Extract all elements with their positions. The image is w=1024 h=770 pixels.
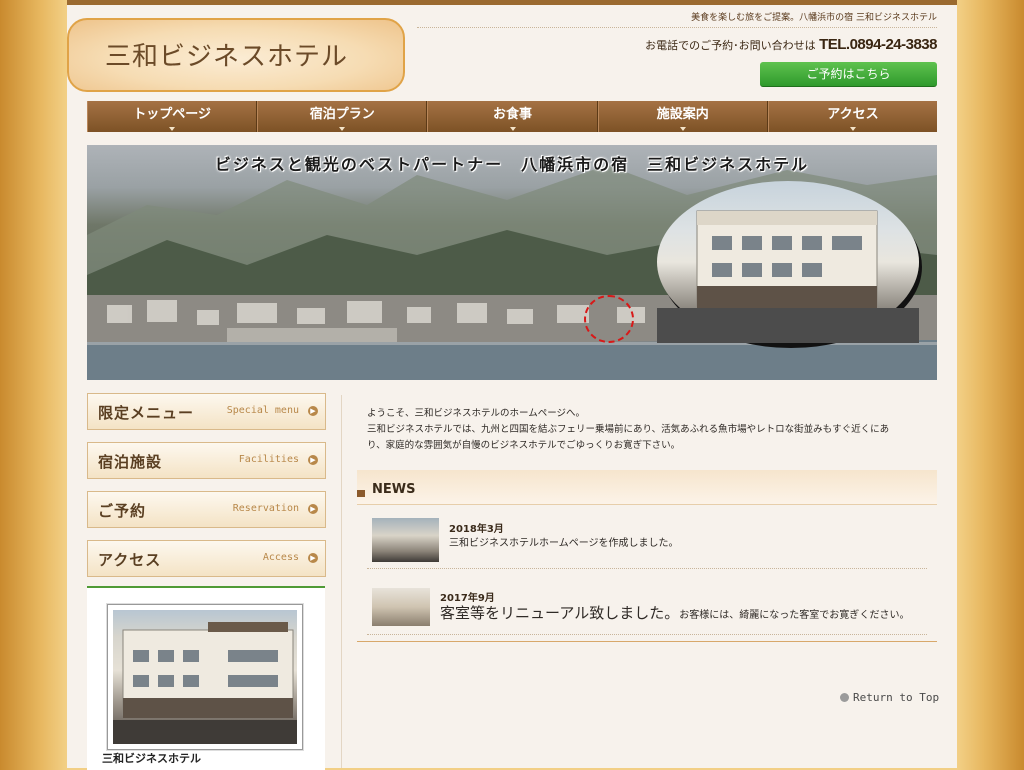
nav-label: アクセス (827, 107, 879, 122)
sidebar-item-access[interactable]: アクセス Access ▶ (87, 540, 326, 577)
hotel-photo-caption: 三和ビジネスホテル (102, 752, 201, 765)
news-headline: 客室等をリニューアル致しました。 (440, 604, 680, 622)
hotel-building-illustration (657, 210, 919, 343)
hotel-photo-image (113, 610, 297, 744)
nav-label: 宿泊プラン (309, 107, 375, 122)
nav-label: お食事 (493, 107, 533, 122)
welcome-line: り、家庭的な雰囲気が自慢のビジネスホテルでごゆっくりお寛ぎ下さい。 (367, 440, 681, 451)
top-bar (67, 0, 957, 5)
logo-text: 三和ビジネスホテル (105, 42, 349, 72)
hotel-photo[interactable] (107, 604, 303, 750)
return-to-top-label: Return to Top (853, 691, 940, 704)
hotel-location-marker (584, 295, 634, 343)
triangle-down-icon (169, 127, 176, 131)
news-thumbnail[interactable] (372, 518, 439, 562)
triangle-down-icon (339, 127, 346, 131)
sidebar: 限定メニュー Special menu ▶ 宿泊施設 Facilities ▶ … (87, 393, 327, 589)
main-nav: トップページ 宿泊プラン お食事 施設案内 アクセス (87, 101, 938, 132)
triangle-down-icon (509, 127, 516, 131)
sidebar-item-facilities[interactable]: 宿泊施設 Facilities ▶ (87, 442, 326, 479)
nav-label: 施設案内 (656, 107, 709, 122)
news-text: 三和ビジネスホテルホームページを作成しました。 (449, 538, 679, 549)
arrow-right-icon: ▶ (308, 455, 318, 465)
news-text-line: 客室等をリニューアル致しました。お客様には、綺麗になった客室でお寛ぎください。 (440, 602, 909, 623)
news-header: NEWS (357, 470, 937, 505)
column-divider (341, 395, 342, 768)
arrow-right-icon: ▶ (308, 504, 318, 514)
sidebar-item-sublabel: Reservation (232, 503, 299, 514)
welcome-line: 三和ビジネスホテルでは、九州と四国を結ぶフェリー乗場前にあり、活気あふれる魚市場… (367, 424, 890, 435)
hotel-building-photo (657, 181, 919, 343)
arrow-right-icon: ▶ (308, 406, 318, 416)
tagline-divider (417, 27, 937, 28)
news-text: お客様には、綺麗になった客室でお寛ぎください。 (679, 610, 910, 621)
triangle-down-icon (849, 127, 856, 131)
arrow-right-icon: ▶ (308, 553, 318, 563)
tagline: 美食を楽しむ旅をご提案。八幡浜市の宿 三和ビジネスホテル (691, 13, 937, 23)
nav-item-facilities[interactable]: 施設案内 (597, 101, 768, 132)
nav-item-top[interactable]: トップページ (87, 101, 258, 132)
sidebar-item-sublabel: Special menu (226, 405, 299, 416)
nav-item-access[interactable]: アクセス (767, 101, 938, 132)
hotel-photo-panel: 三和ビジネスホテル (87, 586, 325, 770)
hotel-building-illustration (113, 622, 297, 744)
sidebar-item-label: ご予約 (98, 502, 147, 520)
square-bullet-icon (357, 490, 365, 497)
nav-item-plan[interactable]: 宿泊プラン (257, 101, 428, 132)
news-bottom-rule (357, 641, 937, 642)
news-title: NEWS (372, 482, 416, 497)
welcome-text: ようこそ、三和ビジネスホテルのホームページへ。 三和ビジネスホテルでは、九州と四… (367, 406, 927, 454)
reserve-button[interactable]: ご予約はこちら (760, 62, 937, 87)
page: 三和ビジネスホテル 美食を楽しむ旅をご提案。八幡浜市の宿 三和ビジネスホテル お… (67, 0, 957, 770)
news-item: 2018年3月 三和ビジネスホテルホームページを作成しました。 (367, 508, 927, 569)
hero-title: ビジネスと観光のベストパートナー 八幡浜市の宿 三和ビジネスホテル (214, 155, 810, 174)
logo[interactable]: 三和ビジネスホテル (67, 18, 405, 92)
news-thumbnail[interactable] (372, 588, 430, 626)
sidebar-item-sublabel: Facilities (238, 454, 299, 465)
hero-banner: ビジネスと観光のベストパートナー 八幡浜市の宿 三和ビジネスホテル (87, 145, 937, 380)
sidebar-item-sublabel: Access (262, 552, 299, 563)
nav-item-meals[interactable]: お食事 (427, 101, 598, 132)
welcome-line: ようこそ、三和ビジネスホテルのホームページへ。 (367, 408, 586, 419)
news-item: 2017年9月 客室等をリニューアル致しました。お客様には、綺麗になった客室でお… (367, 578, 927, 635)
sidebar-item-label: 宿泊施設 (98, 453, 163, 471)
contact-label: お電話でのご予約･お問い合わせは (645, 39, 816, 52)
phone-number: TEL.0894-24-3838 (819, 36, 937, 53)
sidebar-item-label: 限定メニュー (98, 404, 195, 422)
return-to-top-link[interactable]: Return to Top (840, 691, 939, 704)
nav-label: トップページ (133, 107, 211, 122)
sidebar-item-reservation[interactable]: ご予約 Reservation ▶ (87, 491, 326, 528)
sidebar-item-special-menu[interactable]: 限定メニュー Special menu ▶ (87, 393, 326, 430)
circle-up-icon (840, 693, 849, 702)
sidebar-item-label: アクセス (98, 551, 162, 569)
news-date: 2018年3月 (449, 524, 504, 535)
contact-info: お電話でのご予約･お問い合わせは TEL.0894-24-3838 (645, 36, 937, 53)
triangle-down-icon (679, 127, 686, 131)
